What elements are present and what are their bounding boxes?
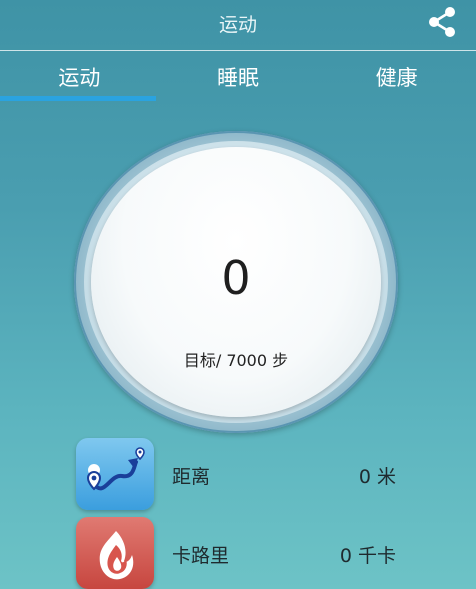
distance-row: 距离 0 米 — [76, 438, 416, 510]
distance-label: 距离 — [172, 466, 211, 488]
step-goal: 目标/ 7000 步 — [183, 351, 289, 370]
tab-exercise-label: 运动 — [58, 66, 101, 90]
calories-value: 0 千卡 — [339, 545, 396, 567]
active-tab-indicator — [0, 96, 156, 101]
tab-health[interactable]: 健康 — [317, 51, 476, 103]
route-map-icon — [76, 438, 154, 510]
tab-sleep[interactable]: 睡眠 — [159, 51, 318, 103]
share-button[interactable] — [424, 6, 460, 42]
top-bar: 运动 — [0, 0, 476, 50]
tab-sleep-label: 睡眠 — [217, 66, 259, 90]
distance-value: 0 米 — [358, 466, 396, 488]
page-title: 运动 — [218, 14, 257, 36]
flame-icon — [76, 517, 154, 589]
step-dial: 0 目标/ 7000 步 — [74, 131, 398, 433]
tab-health-label: 健康 — [375, 66, 418, 90]
share-icon — [425, 5, 459, 43]
calories-label: 卡路里 — [172, 545, 230, 567]
step-count: 0 — [221, 251, 251, 305]
step-dial-face: 0 目标/ 7000 步 — [91, 147, 381, 417]
calories-row: 卡路里 0 千卡 — [76, 517, 416, 589]
